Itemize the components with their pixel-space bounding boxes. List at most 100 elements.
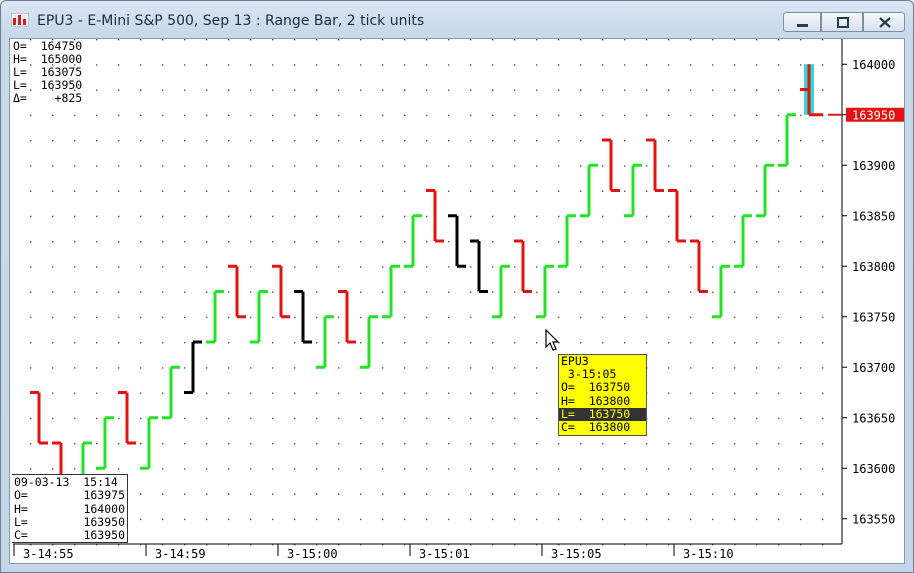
- grid-dot: [778, 190, 780, 192]
- grid-dot: [96, 165, 98, 167]
- grid-dot: [448, 241, 450, 243]
- grid-dot: [492, 266, 494, 268]
- grid-dot: [822, 367, 824, 369]
- grid-dot: [228, 39, 230, 41]
- grid-dot: [624, 39, 626, 41]
- grid-dot: [272, 89, 274, 91]
- grid-dot: [206, 493, 208, 495]
- grid-dot: [30, 165, 32, 167]
- cursor-row: H= 164000: [14, 502, 125, 516]
- grid-dot: [690, 417, 692, 420]
- grid-dot: [52, 241, 54, 243]
- grid-dot: [712, 443, 714, 445]
- grid-dot: [822, 89, 824, 91]
- grid-dot: [602, 291, 604, 293]
- grid-dot: [30, 291, 32, 293]
- grid-dot: [206, 443, 208, 445]
- grid-dot: [558, 518, 560, 521]
- grid-dot: [558, 443, 560, 445]
- grid-dot: [250, 165, 252, 167]
- grid-dot: [294, 165, 296, 167]
- grid-dot: [602, 241, 604, 243]
- grid-dot: [514, 316, 516, 319]
- grid-dot: [52, 190, 54, 192]
- grid-dot: [624, 114, 626, 117]
- grid-dot: [140, 89, 142, 91]
- grid-dot: [272, 190, 274, 192]
- grid-dot: [492, 89, 494, 91]
- x-tick-label: 3-14:59: [155, 547, 206, 561]
- grid-dot: [668, 493, 670, 495]
- maximize-button[interactable]: [821, 12, 863, 32]
- grid-dot: [228, 392, 230, 394]
- grid-dot: [184, 140, 186, 142]
- grid-dot: [184, 468, 186, 470]
- grid-dot: [184, 39, 186, 41]
- grid-dot: [96, 266, 98, 268]
- grid-dot: [74, 443, 76, 445]
- grid-dot: [250, 291, 252, 293]
- grid-dot: [734, 291, 736, 293]
- chart-area[interactable]: 1640001639501639001638501638001637501637…: [9, 38, 905, 564]
- grid-dot: [162, 367, 164, 369]
- grid-dot: [184, 215, 186, 218]
- grid-dot: [228, 190, 230, 192]
- grid-dot: [646, 291, 648, 293]
- grid-dot: [822, 190, 824, 192]
- grid-dot: [756, 392, 758, 394]
- grid-dot: [800, 39, 802, 41]
- grid-dot: [338, 417, 340, 420]
- grid-dot: [558, 114, 560, 117]
- grid-dot: [360, 291, 362, 293]
- grid-dot: [316, 266, 318, 268]
- grid-dot: [624, 316, 626, 319]
- close-button[interactable]: [863, 12, 905, 32]
- grid-dot: [426, 39, 428, 41]
- grid-dot: [734, 241, 736, 243]
- grid-dot: [382, 165, 384, 167]
- grid-dot: [448, 165, 450, 167]
- grid-dot: [602, 39, 604, 41]
- grid-dot: [338, 215, 340, 218]
- grid-dot: [228, 215, 230, 218]
- grid-dot: [470, 64, 472, 66]
- title-bar[interactable]: EPU3 - E-Mini S&P 500, Sep 13 : Range Ba…: [1, 1, 913, 39]
- grid-dot: [338, 493, 340, 495]
- grid-dot: [492, 443, 494, 445]
- grid-dot: [668, 316, 670, 319]
- grid-dot: [316, 342, 318, 344]
- grid-dot: [272, 140, 274, 142]
- grid-dot: [492, 190, 494, 192]
- range-bar-chart[interactable]: 1640001639501639001638501638001637501637…: [10, 39, 904, 563]
- grid-dot: [690, 342, 692, 344]
- grid-dot: [536, 493, 538, 495]
- grid-dot: [580, 291, 582, 293]
- grid-dot: [580, 140, 582, 142]
- grid-dot: [668, 392, 670, 394]
- grid-dot: [316, 114, 318, 117]
- grid-dot: [426, 114, 428, 117]
- grid-dot: [690, 291, 692, 293]
- grid-dot: [360, 493, 362, 495]
- grid-dot: [118, 443, 120, 445]
- x-tick-label: 3-15:05: [551, 547, 602, 561]
- grid-dot: [382, 266, 384, 268]
- minimize-button[interactable]: [783, 12, 821, 32]
- grid-dot: [184, 342, 186, 344]
- grid-dot: [492, 367, 494, 369]
- grid-dot: [404, 443, 406, 445]
- grid-dot: [778, 241, 780, 243]
- grid-dot: [338, 468, 340, 470]
- grid-dot: [690, 493, 692, 495]
- grid-dot: [118, 165, 120, 167]
- grid-dot: [228, 291, 230, 293]
- grid-dot: [162, 114, 164, 117]
- grid-dot: [30, 190, 32, 192]
- grid-dot: [536, 443, 538, 445]
- grid-dot: [712, 39, 714, 41]
- y-tick-label: 163600: [852, 462, 895, 476]
- grid-dot: [118, 114, 120, 117]
- grid-dot: [756, 165, 758, 167]
- grid-dot: [580, 89, 582, 91]
- grid-dot: [118, 241, 120, 243]
